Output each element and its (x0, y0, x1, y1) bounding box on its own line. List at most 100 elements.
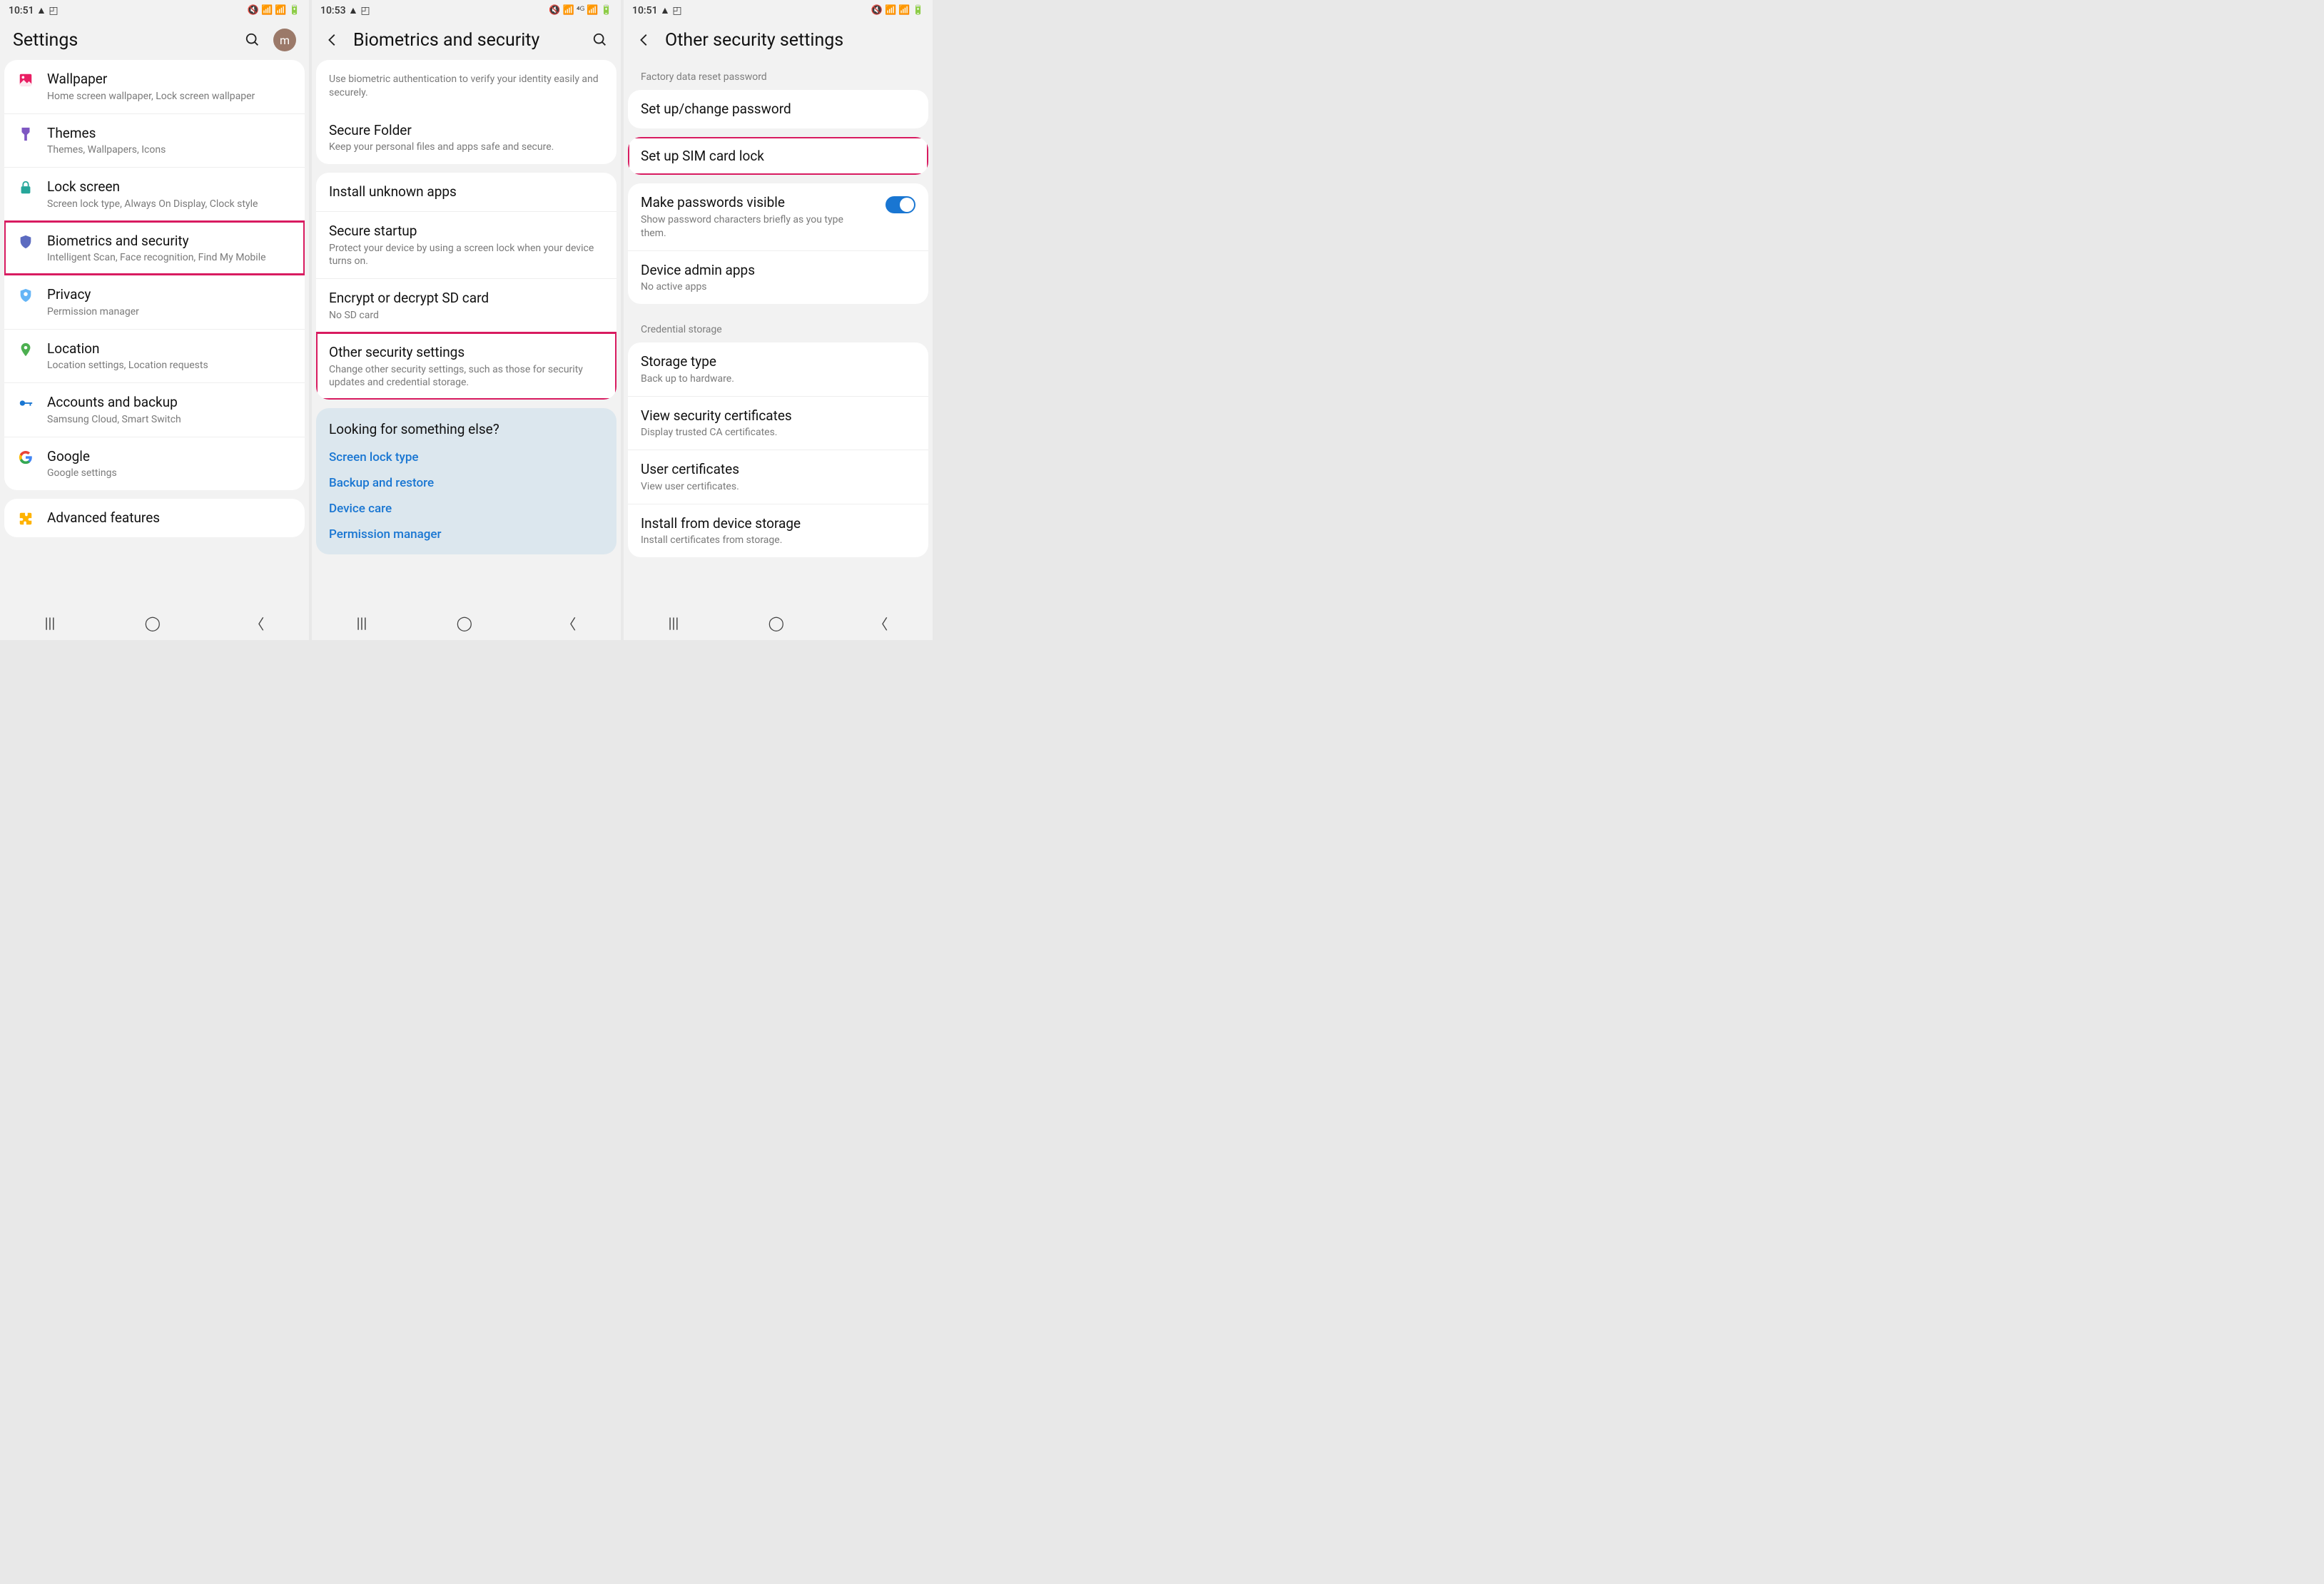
list-item-set-up-change-password[interactable]: Set up/change password (628, 90, 928, 128)
list-item-install-from-device-storage[interactable]: Install from device storageInstall certi… (628, 504, 928, 558)
appbar: Biometrics and security (312, 20, 621, 60)
row-sub: Home screen wallpaper, Lock screen wallp… (47, 90, 292, 103)
row-title: Other security settings (329, 343, 604, 362)
screen-biometrics: 10:53 ▲ ◰ 🔇 📶 ⁴ᴳ 📶 🔋 Biometrics and secu… (312, 0, 621, 640)
shield-icon (17, 233, 34, 250)
settings-item-wallpaper[interactable]: WallpaperHome screen wallpaper, Lock scr… (4, 60, 305, 113)
row-sub: Intelligent Scan, Face recognition, Find… (47, 251, 292, 265)
page-title: Other security settings (665, 30, 920, 51)
pin-icon (17, 341, 34, 358)
row-title: Install from device storage (641, 514, 915, 533)
nav-home[interactable]: ◯ (457, 614, 472, 631)
row-sub: Change other security settings, such as … (329, 363, 604, 390)
status-time: 10:51 (9, 5, 34, 16)
row-sub: Install certificates from storage. (641, 534, 915, 547)
avatar[interactable]: m (273, 29, 296, 51)
bio-items-1: Secure FolderKeep your personal files an… (316, 110, 616, 165)
nav-back[interactable]: 〈 (562, 613, 576, 634)
row-title: Google (47, 447, 292, 466)
section-header-factory: Factory data reset password (628, 60, 928, 90)
suggest-link[interactable]: Screen lock type (316, 445, 616, 470)
settings-item-biometrics-and-security[interactable]: Biometrics and securityIntelligent Scan,… (4, 221, 305, 275)
status-right: 🔇 📶 📶 🔋 (248, 5, 300, 16)
search-icon[interactable] (592, 32, 608, 48)
list-item-view-security-certificates[interactable]: View security certificatesDisplay truste… (628, 396, 928, 450)
list-item-secure-startup[interactable]: Secure startupProtect your device by usi… (316, 211, 616, 278)
biometrics-list: Use biometric authentication to verify y… (312, 60, 621, 606)
list-item-device-admin-apps[interactable]: Device admin appsNo active apps (628, 250, 928, 305)
settings-item-themes[interactable]: ThemesThemes, Wallpapers, Icons (4, 113, 305, 168)
settings-item-location[interactable]: LocationLocation settings, Location requ… (4, 329, 305, 383)
row-title: Set up/change password (641, 100, 915, 118)
suggest-link[interactable]: Backup and restore (316, 470, 616, 496)
settings-item-accounts-and-backup[interactable]: Accounts and backupSamsung Cloud, Smart … (4, 382, 305, 437)
row-sub: Display trusted CA certificates. (641, 426, 915, 440)
settings-item-google[interactable]: GoogleGoogle settings (4, 437, 305, 491)
bio-items-2: Install unknown apps Secure startupProtec… (316, 173, 616, 400)
back-icon[interactable] (325, 32, 340, 48)
row-title: Advanced features (47, 509, 292, 527)
list-item-make-passwords-visible[interactable]: Make passwords visibleShow password char… (628, 183, 928, 250)
row-title: View security certificates (641, 407, 915, 425)
other-card-1: Set up/change password (628, 90, 928, 128)
nav-bar: ||| ◯ 〈 (312, 606, 621, 640)
row-sub: Permission manager (47, 305, 292, 319)
lock-icon (17, 179, 34, 196)
toggle-switch[interactable] (886, 196, 915, 213)
list-item-storage-type[interactable]: Storage typeBack up to hardware. (628, 342, 928, 396)
list-item-other-security-settings[interactable]: Other security settingsChange other secu… (316, 332, 616, 400)
settings-card: WallpaperHome screen wallpaper, Lock scr… (4, 60, 305, 490)
page-title: Settings (13, 30, 232, 51)
puzzle-icon (17, 510, 34, 527)
status-bar: 10:53 ▲ ◰ 🔇 📶 ⁴ᴳ 📶 🔋 (312, 0, 621, 20)
settings-item-advanced-features[interactable]: Advanced features (4, 499, 305, 537)
nav-recents[interactable]: ||| (45, 614, 56, 631)
nav-back[interactable]: 〈 (873, 613, 888, 634)
nav-home[interactable]: ◯ (145, 614, 161, 631)
suggest-link[interactable]: Device care (316, 496, 616, 522)
screen-settings: 10:51 ▲ ◰ 🔇 📶 📶 🔋 Settings m WallpaperHo… (0, 0, 309, 640)
row-title: Lock screen (47, 178, 292, 196)
list-item-secure-folder[interactable]: Secure FolderKeep your personal files an… (316, 110, 616, 165)
row-title: Set up SIM card lock (641, 147, 915, 166)
row-sub: Google settings (47, 467, 292, 480)
row-title: Secure Folder (329, 121, 604, 140)
row-sub: Themes, Wallpapers, Icons (47, 143, 292, 157)
row-sub: Back up to hardware. (641, 372, 915, 386)
row-title: Make passwords visible (641, 193, 866, 212)
back-icon[interactable] (636, 32, 652, 48)
nav-back[interactable]: 〈 (250, 613, 264, 634)
status-indicators: ▲ ◰ (36, 5, 59, 16)
row-title: Encrypt or decrypt SD card (329, 289, 604, 308)
row-title: Privacy (47, 285, 292, 304)
row-title: Install unknown apps (329, 183, 604, 201)
screen-other-security: 10:51 ▲ ◰ 🔇 📶 📶 🔋 Other security setting… (624, 0, 933, 640)
row-title: User certificates (641, 460, 915, 479)
list-item-encrypt-or-decrypt-sd-card[interactable]: Encrypt or decrypt SD cardNo SD card (316, 278, 616, 332)
status-indicators: ▲ ◰ (660, 5, 682, 16)
suggest-link[interactable]: Permission manager (316, 522, 616, 554)
list-item-install-unknown-apps[interactable]: Install unknown apps (316, 173, 616, 211)
row-title: Location (47, 340, 292, 358)
row-sub: No SD card (329, 309, 604, 323)
settings-item-lock-screen[interactable]: Lock screenScreen lock type, Always On D… (4, 167, 305, 221)
row-sub: View user certificates. (641, 480, 915, 494)
settings-list: WallpaperHome screen wallpaper, Lock scr… (0, 60, 309, 606)
themes-icon (17, 126, 34, 143)
row-sub: Samsung Cloud, Smart Switch (47, 413, 292, 427)
row-title: Themes (47, 124, 292, 143)
list-item-user-certificates[interactable]: User certificatesView user certificates. (628, 450, 928, 504)
row-sub: Keep your personal files and apps safe a… (329, 141, 604, 154)
nav-home[interactable]: ◯ (768, 614, 784, 631)
status-right: 🔇 📶 📶 🔋 (871, 5, 924, 16)
settings-item-privacy[interactable]: PrivacyPermission manager (4, 275, 305, 329)
suggest-links: Screen lock typeBackup and restoreDevice… (316, 445, 616, 554)
section-header-credential: Credential storage (628, 313, 928, 342)
intro-sub: Use biometric authentication to verify y… (329, 73, 604, 100)
list-item-set-up-sim-card-lock[interactable]: Set up SIM card lock (628, 137, 928, 176)
search-icon[interactable] (245, 32, 260, 48)
nav-recents[interactable]: ||| (669, 614, 679, 631)
other-card-4: Storage typeBack up to hardware.View sec… (628, 342, 928, 557)
google-icon (17, 449, 34, 466)
nav-recents[interactable]: ||| (357, 614, 367, 631)
